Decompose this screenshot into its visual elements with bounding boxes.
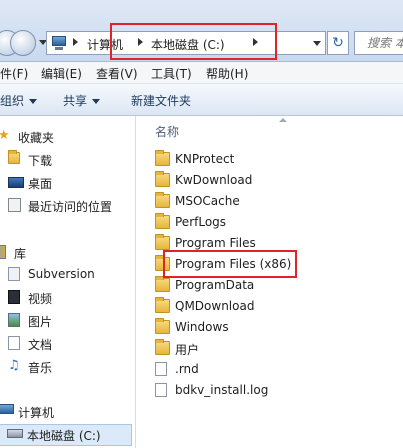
folder-icon [155,234,170,250]
desktop-icon [8,177,24,188]
breadcrumb-separator-icon[interactable] [138,38,143,46]
file-name: ProgramData [175,278,255,292]
nav-music[interactable]: ♫ 音乐 [8,357,128,377]
nav-music-label: 音乐 [28,361,53,375]
nav-pictures-label: 图片 [28,315,53,329]
refresh-button[interactable]: ↻ [327,31,349,55]
computer-icon [51,35,67,51]
file-name: Program Files (x86) [175,257,292,271]
document-library-icon [8,336,20,350]
nav-desktop-label: 桌面 [28,177,53,191]
breadcrumb-separator-icon[interactable] [73,38,78,46]
file-name: MSOCache [175,194,240,208]
folder-icon [155,213,170,229]
computer-icon [0,404,14,414]
share-button[interactable]: 共享 [63,92,101,109]
video-library-icon [8,290,20,304]
folder-icon [155,276,170,292]
nav-favorites-label: 收藏夹 [18,131,55,145]
log-file-icon [155,383,167,397]
nav-subversion[interactable]: Subversion [8,265,128,285]
chevron-down-icon [92,99,101,104]
folder-icon [155,171,170,187]
breadcrumb-local-disk[interactable]: 本地磁盘 (C:) [151,36,225,53]
breadcrumb-separator-icon[interactable] [253,38,258,46]
file-name: 用户 [175,343,200,357]
hard-drive-icon [7,429,23,438]
organize-label: 组织 [0,94,25,108]
command-bar: 组织 共享 新建文件夹 [0,84,403,116]
menu-bar: 件(F) 编辑(E) 查看(V) 工具(T) 帮助(H) [0,62,403,84]
address-history-dropdown-icon[interactable] [313,41,321,46]
folder-icon [155,255,170,271]
folder-icon [155,192,170,208]
file-name: KwDownload [175,173,253,187]
nav-videos[interactable]: 视频 [8,288,128,308]
nav-pictures[interactable]: 图片 [8,311,128,331]
nav-downloads-label: 下载 [28,154,53,168]
nav-local-disk-label: 本地磁盘 (C:) [27,429,101,443]
file-list: 名称 KNProtect KwDownload MSOCache PerfLog… [137,116,403,448]
nav-computer-label: 计算机 [18,406,55,420]
nav-videos-label: 视频 [28,292,53,306]
file-icon [155,362,167,376]
breadcrumb-computer[interactable]: 计算机 [87,36,123,53]
folder-icon [155,150,170,166]
star-icon: ★ [0,128,10,143]
nav-recent-label: 最近访问的位置 [28,200,113,214]
folder-icon [155,297,170,313]
library-icon [0,245,6,259]
subversion-library-icon [8,267,20,281]
file-name: QMDownload [175,299,255,313]
navigation-pane: ★ 收藏夹 下载 桌面 最近访问的位置 库 Subversion 视频 图片 文… [0,116,136,448]
nav-favorites[interactable]: ★ 收藏夹 [0,127,118,147]
downloads-folder-icon [8,150,20,164]
organize-button[interactable]: 组织 [0,92,38,109]
menu-view[interactable]: 查看(V) [96,65,138,82]
chevron-down-icon [29,99,38,104]
menu-edit[interactable]: 编辑(E) [41,65,82,82]
file-name: bdkv_install.log [175,383,269,397]
nav-downloads[interactable]: 下载 [8,150,128,170]
menu-file[interactable]: 件(F) [0,65,28,82]
column-header-name[interactable]: 名称 [155,123,179,140]
nav-desktop[interactable]: 桌面 [8,173,128,193]
nav-local-disk[interactable]: 本地磁盘 (C:) [0,424,132,446]
menu-tools[interactable]: 工具(T) [151,65,192,82]
music-library-icon: ♫ [8,358,20,373]
file-name: PerfLogs [175,215,227,229]
file-name: Windows [175,320,229,334]
search-box[interactable] [354,31,403,55]
folder-icon [155,318,170,334]
address-toolbar: 计算机 本地磁盘 (C:) ↻ [0,0,403,62]
menu-help[interactable]: 帮助(H) [206,65,248,82]
file-name: .rnd [175,362,199,376]
search-input[interactable] [355,32,403,54]
file-name: KNProtect [175,152,235,166]
folder-icon [155,339,170,355]
sort-ascending-icon [279,118,287,122]
nav-subversion-label: Subversion [28,267,95,281]
file-name: Program Files [175,236,256,250]
nav-libraries-label: 库 [14,247,27,261]
recent-places-icon [8,198,21,212]
new-folder-button[interactable]: 新建文件夹 [131,92,191,109]
nav-computer[interactable]: 计算机 [0,402,118,422]
nav-recent-places[interactable]: 最近访问的位置 [8,196,136,216]
address-bar[interactable]: 计算机 本地磁盘 (C:) [46,31,326,55]
nav-documents[interactable]: 文档 [8,334,128,354]
nav-libraries[interactable]: 库 [0,243,114,263]
picture-library-icon [8,313,20,327]
refresh-icon: ↻ [332,35,344,51]
forward-button[interactable] [10,30,36,56]
nav-documents-label: 文档 [28,338,53,352]
share-label: 共享 [63,94,88,108]
